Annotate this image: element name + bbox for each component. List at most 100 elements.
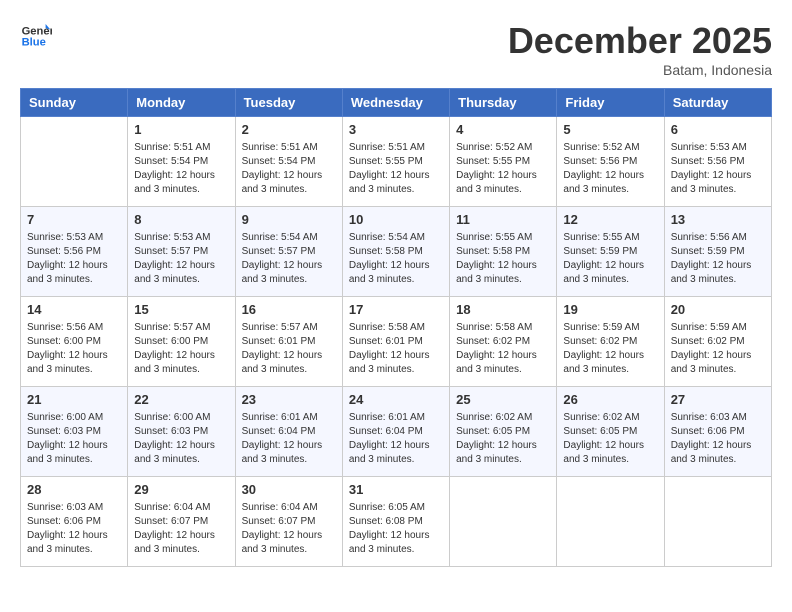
- day-info: Sunrise: 5:59 AM Sunset: 6:02 PM Dayligh…: [563, 321, 657, 377]
- calendar-cell: 11 Sunrise: 5:55 AM Sunset: 5:58 PM Dayli…: [450, 207, 557, 297]
- day-info: Sunrise: 5:53 AM Sunset: 5:56 PM Dayligh…: [27, 231, 121, 287]
- calendar-cell: 26 Sunrise: 6:02 AM Sunset: 6:05 PM Dayli…: [557, 387, 664, 477]
- calendar-cell: 18 Sunrise: 5:58 AM Sunset: 6:02 PM Dayli…: [450, 297, 557, 387]
- calendar-cell: 1 Sunrise: 5:51 AM Sunset: 5:54 PM Daylig…: [128, 117, 235, 207]
- day-info: Sunrise: 5:57 AM Sunset: 6:01 PM Dayligh…: [242, 321, 336, 377]
- day-header-friday: Friday: [557, 89, 664, 117]
- calendar-cell: 13Sunrise: 5:56 AM Sunset: 5:59 PM Dayli…: [664, 207, 771, 297]
- day-info: Sunrise: 5:51 AM Sunset: 5:54 PM Dayligh…: [242, 141, 336, 197]
- day-info: Sunrise: 6:00 AM Sunset: 6:03 PM Dayligh…: [134, 411, 228, 467]
- page-header: General Blue December 2025 Batam, Indone…: [20, 20, 772, 78]
- day-header-tuesday: Tuesday: [235, 89, 342, 117]
- calendar-cell: 24 Sunrise: 6:01 AM Sunset: 6:04 PM Dayli…: [342, 387, 449, 477]
- location: Batam, Indonesia: [508, 62, 772, 78]
- calendar-cell: 30 Sunrise: 6:04 AM Sunset: 6:07 PM Dayli…: [235, 477, 342, 567]
- calendar-cell: 25 Sunrise: 6:02 AM Sunset: 6:05 PM Dayli…: [450, 387, 557, 477]
- calendar-cell: 20 Sunrise: 5:59 AM Sunset: 6:02 PM Dayli…: [664, 297, 771, 387]
- day-number: 12: [563, 211, 657, 229]
- day-info: Sunrise: 6:00 AM Sunset: 6:03 PM Dayligh…: [27, 411, 121, 467]
- day-info: Sunrise: 6:02 AM Sunset: 6:05 PM Dayligh…: [456, 411, 550, 467]
- day-number: 13: [671, 211, 765, 229]
- calendar-cell: [664, 477, 771, 567]
- calendar-cell: 3 Sunrise: 5:51 AM Sunset: 5:55 PM Daylig…: [342, 117, 449, 207]
- calendar-cell: 27 Sunrise: 6:03 AM Sunset: 6:06 PM Dayli…: [664, 387, 771, 477]
- title-block: December 2025 Batam, Indonesia: [508, 20, 772, 78]
- calendar-cell: 5Sunrise: 5:52 AM Sunset: 5:56 PM Daylig…: [557, 117, 664, 207]
- day-number: 31: [349, 481, 443, 499]
- day-number: 29: [134, 481, 228, 499]
- calendar-cell: 14 Sunrise: 5:56 AM Sunset: 6:00 PM Dayli…: [21, 297, 128, 387]
- day-info: Sunrise: 5:54 AM Sunset: 5:58 PM Dayligh…: [349, 231, 443, 287]
- day-number: 27: [671, 391, 765, 409]
- calendar-cell: 28Sunrise: 6:03 AM Sunset: 6:06 PM Dayli…: [21, 477, 128, 567]
- day-info: Sunrise: 5:53 AM Sunset: 5:57 PM Dayligh…: [134, 231, 228, 287]
- calendar-cell: 2 Sunrise: 5:51 AM Sunset: 5:54 PM Daylig…: [235, 117, 342, 207]
- calendar-cell: [21, 117, 128, 207]
- day-info: Sunrise: 5:59 AM Sunset: 6:02 PM Dayligh…: [671, 321, 765, 377]
- day-info: Sunrise: 5:51 AM Sunset: 5:54 PM Dayligh…: [134, 141, 228, 197]
- calendar-cell: 31 Sunrise: 6:05 AM Sunset: 6:08 PM Dayli…: [342, 477, 449, 567]
- month-title: December 2025: [508, 20, 772, 62]
- calendar-cell: 12 Sunrise: 5:55 AM Sunset: 5:59 PM Dayli…: [557, 207, 664, 297]
- day-header-wednesday: Wednesday: [342, 89, 449, 117]
- day-info: Sunrise: 5:55 AM Sunset: 5:59 PM Dayligh…: [563, 231, 657, 287]
- day-number: 14: [27, 301, 121, 319]
- calendar-cell: 21 Sunrise: 6:00 AM Sunset: 6:03 PM Dayli…: [21, 387, 128, 477]
- day-number: 8: [134, 211, 228, 229]
- day-number: 22: [134, 391, 228, 409]
- day-info: Sunrise: 5:58 AM Sunset: 6:01 PM Dayligh…: [349, 321, 443, 377]
- day-number: 28: [27, 481, 121, 499]
- calendar-cell: 16Sunrise: 5:57 AM Sunset: 6:01 PM Dayli…: [235, 297, 342, 387]
- day-number: 26: [563, 391, 657, 409]
- day-number: 9: [242, 211, 336, 229]
- day-number: 21: [27, 391, 121, 409]
- day-number: 10: [349, 211, 443, 229]
- svg-text:Blue: Blue: [22, 37, 46, 49]
- day-number: 4: [456, 121, 550, 139]
- day-info: Sunrise: 6:05 AM Sunset: 6:08 PM Dayligh…: [349, 501, 443, 557]
- day-number: 7: [27, 211, 121, 229]
- day-info: Sunrise: 6:04 AM Sunset: 6:07 PM Dayligh…: [242, 501, 336, 557]
- day-number: 17: [349, 301, 443, 319]
- day-number: 11: [456, 211, 550, 229]
- day-info: Sunrise: 5:58 AM Sunset: 6:02 PM Dayligh…: [456, 321, 550, 377]
- calendar-table: SundayMondayTuesdayWednesdayThursdayFrid…: [20, 88, 772, 567]
- day-info: Sunrise: 6:04 AM Sunset: 6:07 PM Dayligh…: [134, 501, 228, 557]
- day-info: Sunrise: 6:01 AM Sunset: 6:04 PM Dayligh…: [242, 411, 336, 467]
- day-header-sunday: Sunday: [21, 89, 128, 117]
- day-number: 5: [563, 121, 657, 139]
- day-number: 6: [671, 121, 765, 139]
- day-number: 3: [349, 121, 443, 139]
- day-number: 19: [563, 301, 657, 319]
- day-info: Sunrise: 5:55 AM Sunset: 5:58 PM Dayligh…: [456, 231, 550, 287]
- calendar-cell: 23Sunrise: 6:01 AM Sunset: 6:04 PM Dayli…: [235, 387, 342, 477]
- day-number: 2: [242, 121, 336, 139]
- calendar-cell: 10 Sunrise: 5:54 AM Sunset: 5:58 PM Dayli…: [342, 207, 449, 297]
- day-info: Sunrise: 5:57 AM Sunset: 6:00 PM Dayligh…: [134, 321, 228, 377]
- day-info: Sunrise: 6:03 AM Sunset: 6:06 PM Dayligh…: [671, 411, 765, 467]
- calendar-cell: 4 Sunrise: 5:52 AM Sunset: 5:55 PM Daylig…: [450, 117, 557, 207]
- day-number: 18: [456, 301, 550, 319]
- day-info: Sunrise: 5:56 AM Sunset: 6:00 PM Dayligh…: [27, 321, 121, 377]
- calendar-cell: 19 Sunrise: 5:59 AM Sunset: 6:02 PM Dayli…: [557, 297, 664, 387]
- calendar-cell: 7 Sunrise: 5:53 AM Sunset: 5:56 PM Daylig…: [21, 207, 128, 297]
- day-number: 24: [349, 391, 443, 409]
- day-number: 25: [456, 391, 550, 409]
- day-info: Sunrise: 6:01 AM Sunset: 6:04 PM Dayligh…: [349, 411, 443, 467]
- day-info: Sunrise: 5:51 AM Sunset: 5:55 PM Dayligh…: [349, 141, 443, 197]
- calendar-cell: [450, 477, 557, 567]
- logo: General Blue: [20, 20, 52, 52]
- calendar-cell: 22 Sunrise: 6:00 AM Sunset: 6:03 PM Dayli…: [128, 387, 235, 477]
- day-header-saturday: Saturday: [664, 89, 771, 117]
- day-number: 20: [671, 301, 765, 319]
- day-number: 1: [134, 121, 228, 139]
- day-info: Sunrise: 6:02 AM Sunset: 6:05 PM Dayligh…: [563, 411, 657, 467]
- calendar-cell: 15Sunrise: 5:57 AM Sunset: 6:00 PM Dayli…: [128, 297, 235, 387]
- calendar-cell: [557, 477, 664, 567]
- day-info: Sunrise: 5:52 AM Sunset: 5:55 PM Dayligh…: [456, 141, 550, 197]
- day-header-monday: Monday: [128, 89, 235, 117]
- logo-icon: General Blue: [20, 20, 52, 52]
- calendar-cell: 29 Sunrise: 6:04 AM Sunset: 6:07 PM Dayli…: [128, 477, 235, 567]
- day-number: 30: [242, 481, 336, 499]
- day-header-thursday: Thursday: [450, 89, 557, 117]
